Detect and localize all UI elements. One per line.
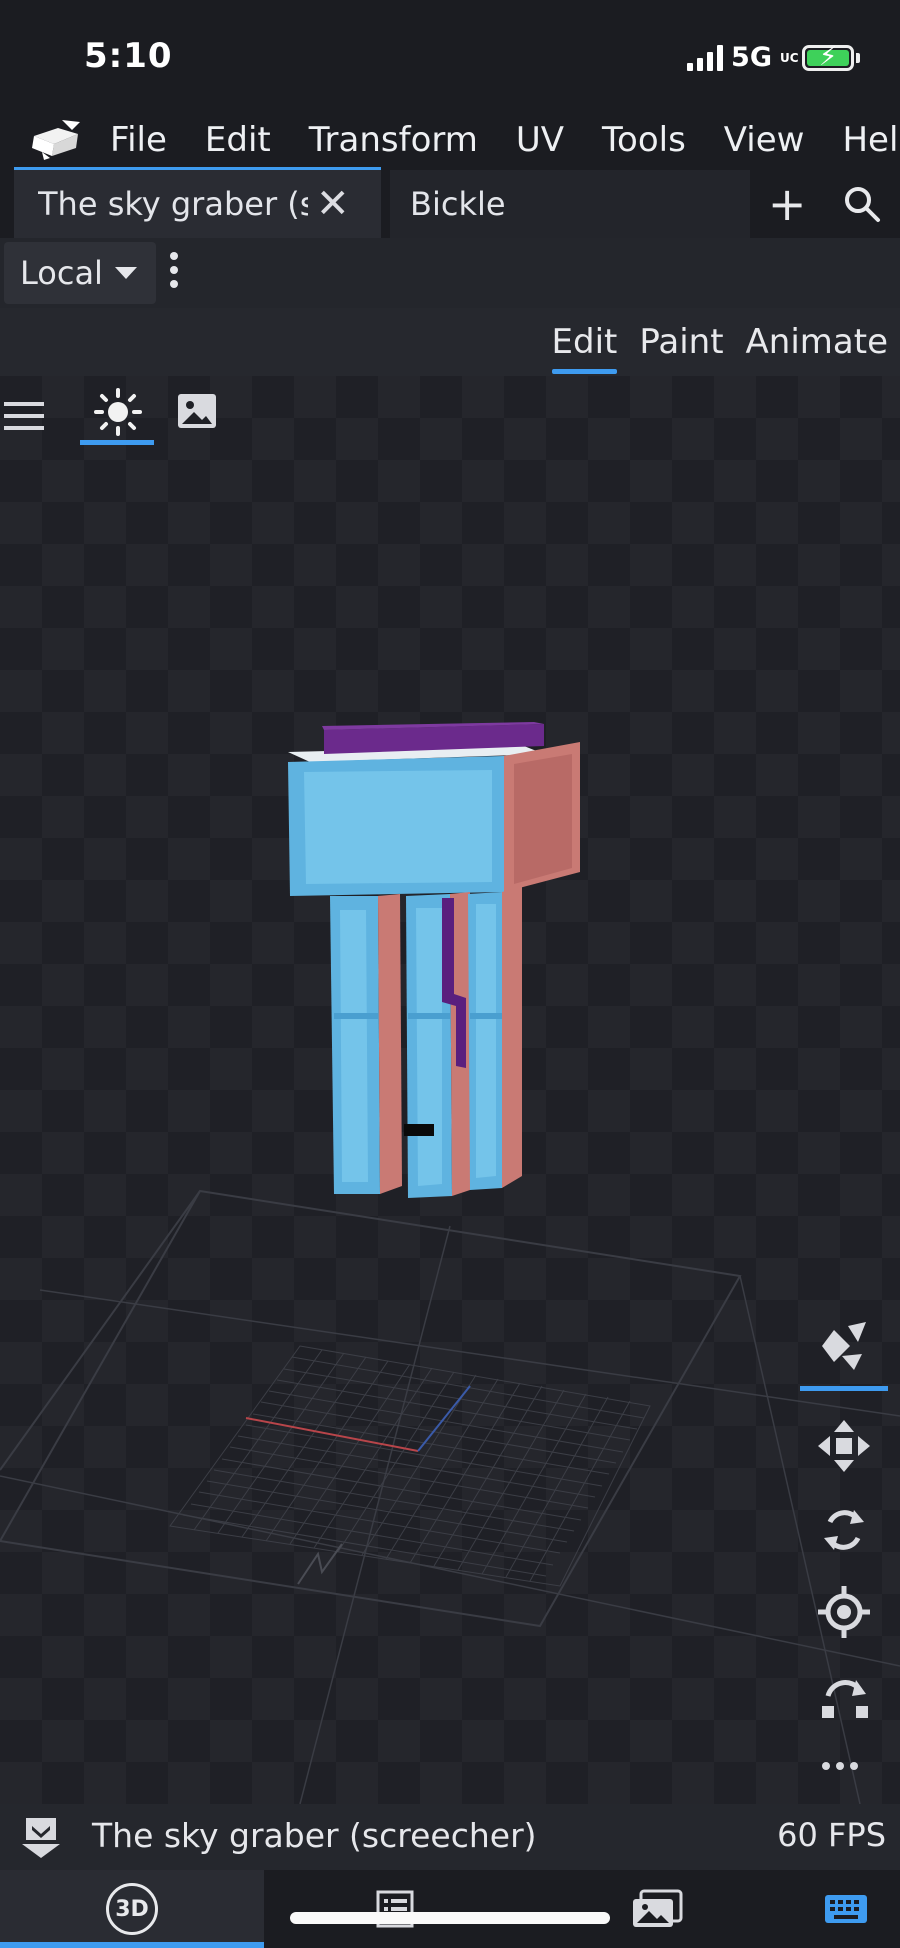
dock-active-indicator [0,1942,264,1948]
menu-help[interactable]: Hel [842,112,898,170]
move-icon[interactable] [814,1416,874,1476]
close-icon[interactable]: ✕ [316,181,350,227]
status-time: 5:10 [84,36,173,76]
tab-actions: + [750,170,900,238]
menu-tools[interactable]: Tools [602,112,686,170]
mode-tab-paint[interactable]: Paint [639,308,723,376]
menu-edit[interactable]: Edit [205,112,271,170]
tab-label: The sky graber (sc [38,185,308,223]
project-name: The sky graber (screecher) [92,1816,537,1855]
status-bar: 5:10 5G UC ⚡ [0,0,900,112]
status-indicators: 5G UC ⚡ [687,42,860,73]
textures-icon [633,1889,683,1927]
menu-items: File Edit Transform UV Tools View Hel [110,112,900,170]
project-icon[interactable] [18,1814,64,1860]
menu-file[interactable]: File [110,112,167,170]
search-icon[interactable] [842,184,882,224]
menu-uv[interactable]: UV [516,112,564,170]
tool-active-indicator [800,1386,888,1391]
view-3d-button[interactable]: 3D [0,1870,264,1948]
rotate-icon[interactable] [814,1500,874,1560]
outliner-button[interactable] [350,1870,440,1948]
battery-icon: ⚡ [802,42,860,72]
tab-sky-graber[interactable]: The sky graber (sc ✕ [14,170,381,238]
tab-bar: The sky graber (sc ✕ Bickle + [0,170,900,238]
plus-icon[interactable]: + [768,181,807,227]
mode-tabs: Edit Paint Animate [551,308,888,376]
mode-bar: Edit Paint Animate [0,308,900,376]
chevron-down-icon [114,267,137,279]
resize-icon[interactable] [814,1666,874,1726]
tab-bickle[interactable]: Bickle [390,170,750,238]
mode-tab-animate[interactable]: Animate [746,308,888,376]
transform-space-select[interactable]: Local [4,242,156,304]
more-vertical-icon[interactable] [170,252,178,288]
network-label: 5G [731,42,772,73]
model-screecher[interactable] [270,646,590,1206]
pivot-icon[interactable] [814,1582,874,1642]
blockbench-logo-icon[interactable] [28,118,86,162]
fps-counter: 60 FPS [777,1816,886,1854]
textures-button[interactable] [620,1870,694,1948]
menu-view[interactable]: View [724,112,805,170]
vertex-snap-icon[interactable] [814,1316,874,1376]
signal-icon [687,44,724,71]
tab-label: Bickle [410,185,506,223]
keyboard-button[interactable] [816,1870,876,1948]
toolbar: Local [0,238,900,308]
3d-view-icon: 3D [106,1883,158,1935]
transform-space-value: Local [20,254,103,292]
keyboard-icon [825,1895,867,1923]
bottom-status-bar: The sky graber (screecher) 60 FPS [0,1804,900,1870]
network-suffix: UC [780,50,799,65]
mode-tab-edit[interactable]: Edit [551,308,617,376]
menu-bar: File Edit Transform UV Tools View Hel [0,112,900,170]
home-indicator[interactable] [290,1912,610,1924]
bottom-dock: 3D [0,1870,900,1948]
3d-viewport[interactable] [0,376,900,1804]
menu-transform[interactable]: Transform [309,112,478,170]
more-icon[interactable] [820,1756,860,1776]
